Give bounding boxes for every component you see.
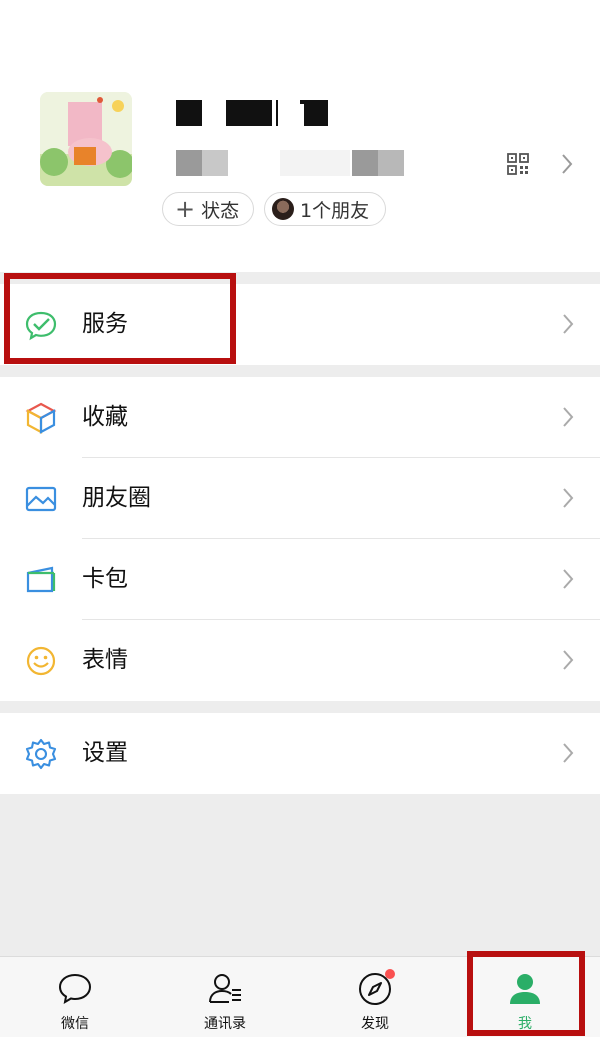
contacts-icon [209, 974, 241, 1003]
wechat-id-redacted [176, 150, 416, 176]
menu-item-stickers[interactable]: 表情 [0, 620, 600, 701]
settings-label: 设置 [82, 740, 128, 766]
chevron-right-icon [563, 407, 574, 427]
profile-avatar[interactable] [40, 92, 132, 186]
chevron-right-icon [563, 314, 574, 334]
favorites-label: 收藏 [82, 404, 128, 430]
notification-badge [385, 969, 395, 979]
card-wallet-label: 卡包 [82, 566, 128, 592]
friend-avatar [272, 198, 294, 220]
tab-discover-label: 发现 [361, 1016, 389, 1032]
stickers-label: 表情 [82, 647, 128, 673]
highlight-box-me-tab [467, 951, 585, 1036]
status-button[interactable]: + 状态 [162, 192, 254, 226]
settings-section: 设置 [0, 713, 600, 794]
profile-header[interactable]: + 状态 1个朋友 [0, 0, 600, 272]
tab-chats-label: 微信 [61, 1016, 89, 1032]
chevron-right-icon [563, 488, 574, 508]
tab-contacts[interactable]: 通讯录 [150, 957, 300, 1037]
menu-item-card-wallet[interactable]: 卡包 [0, 539, 600, 620]
settings-icon [25, 738, 57, 770]
menu-item-favorites[interactable]: 收藏 [0, 377, 600, 458]
friends-label: 1个朋友 [300, 199, 370, 222]
friends-button[interactable]: 1个朋友 [264, 192, 386, 226]
menu-item-moments[interactable]: 朋友圈 [0, 458, 600, 539]
nickname-redacted [176, 100, 336, 126]
favorites-icon [25, 402, 57, 434]
chevron-right-icon [563, 569, 574, 589]
tab-chats[interactable]: 微信 [0, 957, 150, 1037]
status-label: 状态 [201, 199, 240, 222]
chevron-right-icon[interactable] [560, 152, 574, 176]
moments-icon [25, 486, 57, 512]
chat-bubble-icon [58, 973, 92, 1004]
chevron-right-icon [563, 650, 574, 670]
moments-label: 朋友圈 [82, 485, 151, 511]
tab-contacts-label: 通讯录 [204, 1016, 246, 1032]
tab-discover[interactable]: 发现 [300, 957, 450, 1037]
card-wallet-icon [26, 566, 56, 593]
features-section: 收藏 朋友圈 卡包 表情 [0, 377, 600, 701]
qr-code-icon[interactable] [507, 153, 529, 175]
plus-icon: + [175, 195, 196, 223]
highlight-box-services [4, 273, 236, 364]
stickers-icon [26, 646, 56, 676]
chevron-right-icon [563, 743, 574, 763]
menu-item-settings[interactable]: 设置 [0, 713, 600, 794]
